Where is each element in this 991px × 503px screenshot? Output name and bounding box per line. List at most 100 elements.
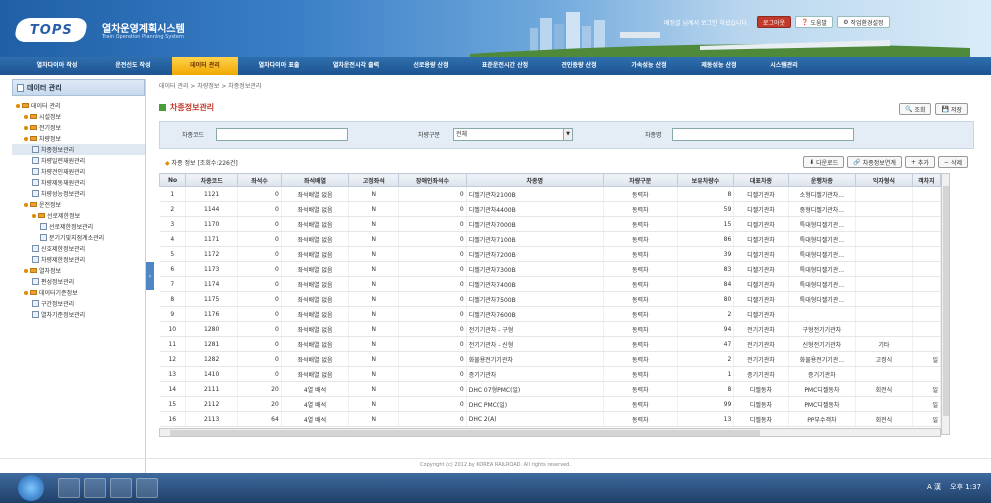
table-cell: 좌석배열 없음 xyxy=(281,336,350,352)
table-row[interactable]: 7 1174 0 좌석배열 없음 N 0 디젤기관차7400B 동력차 84 디젤기관차 특대형디젤… xyxy=(159,276,942,292)
taskbar-app-icon[interactable] xyxy=(84,478,106,498)
add-button[interactable]: + 추가 xyxy=(904,156,935,168)
column-header[interactable]: 객차지 xyxy=(911,173,942,187)
table-cell: 디젤동차 xyxy=(733,381,789,397)
system-tray[interactable]: A 漢 xyxy=(927,482,941,492)
menu-item[interactable]: 열차다이아 작성 xyxy=(20,57,94,75)
table-cell xyxy=(855,186,913,202)
start-button[interactable] xyxy=(18,475,44,501)
taskbar-app-icon[interactable] xyxy=(136,478,158,498)
scroll-thumb[interactable] xyxy=(943,186,949,416)
menu-item[interactable]: 표준운전시간 산정 xyxy=(468,57,542,75)
column-header[interactable]: 차종코드 xyxy=(185,173,239,187)
tree-node[interactable]: 차량견인재원관리 xyxy=(12,166,145,177)
table-row[interactable]: 2 1144 0 좌석배열 없음 N 0 디젤기관차4400B 동력차 59 디젤기관차 중형디젤기… xyxy=(159,201,942,217)
table-cell: 13 xyxy=(677,411,735,427)
column-header[interactable]: 차종명 xyxy=(465,173,604,187)
collapse-panel-button[interactable]: › xyxy=(146,262,154,290)
code-input[interactable] xyxy=(216,128,348,141)
delete-button[interactable]: − 삭제 xyxy=(937,156,968,168)
table-cell xyxy=(855,231,913,247)
column-header[interactable]: 차량구분 xyxy=(602,173,678,187)
table-cell: 1170 xyxy=(185,216,239,232)
menu-item[interactable]: 데이터 관리 xyxy=(172,57,238,75)
table-row[interactable]: 10 1280 0 좌석배열 없음 N 0 전기기관차 - 구형 동력차 94 전기기관차 구형전기… xyxy=(159,321,942,337)
table-row[interactable]: 14 2111 20 4열 배석 N 0 DHC 07형PMC(일) 동력차 8 디젤동차 PMC디… xyxy=(159,381,942,397)
table-row[interactable]: 4 1171 0 좌석배열 없음 N 0 디젤기관차7100B 동력차 86 디젤기관차 특대형디젤… xyxy=(159,231,942,247)
tree-node[interactable]: 열차기준정보관리 xyxy=(12,309,145,320)
menu-item[interactable]: 열차운전시각 출력 xyxy=(318,57,394,75)
column-header[interactable]: 운행차종 xyxy=(787,173,857,187)
tree-node[interactable]: 차량제동재원관리 xyxy=(12,177,145,188)
table-row[interactable]: 15 2112 20 4열 배석 N 0 DHC PMC(일) 동력차 99 디젤동차 PMC디젤동… xyxy=(159,396,942,412)
tree-node[interactable]: 차량제한정보관리 xyxy=(12,254,145,265)
type-label: 차량구분 xyxy=(418,132,441,139)
menu-item[interactable]: 시스템관리 xyxy=(756,57,812,75)
grid-horizontal-scrollbar[interactable] xyxy=(159,428,941,437)
tree-node[interactable]: 분기기및지점계소관리 xyxy=(12,232,145,243)
type-select[interactable]: 전체 ▼ xyxy=(453,128,573,141)
save-button[interactable]: 💾 저장 xyxy=(935,103,968,115)
table-cell: 1176 xyxy=(185,306,239,322)
menu-item[interactable]: 선로용량 산정 xyxy=(398,57,464,75)
tree-node[interactable]: 구간정보관리 xyxy=(12,298,145,309)
tree-node[interactable]: 선로제한정보관리 xyxy=(12,221,145,232)
table-row[interactable]: 5 1172 0 좌석배열 없음 N 0 디젤기관차7200B 동력차 39 디젤기관차 특대형디젤… xyxy=(159,246,942,262)
column-header[interactable]: 고정좌석 xyxy=(348,173,400,187)
search-button[interactable]: 🔍 조회 xyxy=(898,103,932,115)
table-row[interactable]: 1 1121 0 좌석배열 없음 N 0 디젤기관차2100B 동력차 8 디젤기관차 소형디젤기관… xyxy=(159,186,942,202)
tree-node[interactable]: 시설정보 xyxy=(12,111,145,122)
grid-vertical-scrollbar[interactable] xyxy=(941,173,950,435)
taskbar-app-icon[interactable] xyxy=(110,478,132,498)
table-row[interactable]: 16 2113 64 4열 배석 N 0 DHC 2(A) 동력차 13 디젤동차 PP부수객차 회전… xyxy=(159,411,942,427)
taskbar-app-icon[interactable] xyxy=(58,478,80,498)
table-row[interactable]: 12 1282 0 좌석배열 없음 N 0 화물용전기기관차 동력차 2 전기기관차 화물용전기기관… xyxy=(159,351,942,367)
tree-node[interactable]: 차량정보 xyxy=(12,133,145,144)
column-header[interactable]: 장애인좌석수 xyxy=(398,173,467,187)
column-header[interactable]: 좌석수 xyxy=(237,173,282,187)
column-header[interactable]: 익자형식 xyxy=(855,173,913,187)
tree-node-label: 차량일련재원관리 xyxy=(41,158,86,165)
logout-button[interactable]: 로그아웃 xyxy=(756,16,792,28)
column-header[interactable]: 대표차종 xyxy=(733,173,789,187)
tree-node[interactable]: 신호제한정보관리 xyxy=(12,243,145,254)
work-env-button[interactable]: ⚙ 작업환경설정 xyxy=(837,16,890,28)
tree-node[interactable]: 열차정보 xyxy=(12,265,145,276)
table-cell: 동력차 xyxy=(603,306,678,322)
document-icon xyxy=(32,256,39,263)
table-row[interactable]: 3 1170 0 좌석배열 없음 N 0 디젤기관차7000B 동력차 15 디젤기관차 특대형디젤… xyxy=(159,216,942,232)
table-row[interactable]: 9 1176 0 좌석배열 없음 N 0 디젤기관차7600B 동력차 2 디젤기관차 xyxy=(159,306,942,322)
name-input[interactable] xyxy=(672,128,854,141)
document-icon xyxy=(32,168,39,175)
menu-item[interactable]: 가속성능 산정 xyxy=(616,57,682,75)
table-row[interactable]: 11 1281 0 좌석배열 없음 N 0 전기기관차 - 신형 동력차 47 전기기관차 신형전기… xyxy=(159,336,942,352)
menu-item[interactable]: 견인중량 산정 xyxy=(546,57,612,75)
column-header[interactable]: No xyxy=(158,173,187,187)
tree-node[interactable]: 선로제한정보 xyxy=(12,210,145,221)
table-row[interactable]: 13 1410 0 좌석배열 없음 N 0 증기기관차 동력차 1 증기기관차 증기기관차 xyxy=(159,366,942,382)
link-button[interactable]: 🔗 차종정보연계 xyxy=(847,156,902,168)
tree-node[interactable]: 운전정보 xyxy=(12,199,145,210)
column-header[interactable]: 좌석배열 xyxy=(280,173,350,187)
table-cell: DHC 07형PMC(일) xyxy=(466,381,604,397)
scroll-thumb[interactable] xyxy=(170,430,760,436)
menu-item[interactable]: 열차다이아 표출 xyxy=(244,57,314,75)
tree-node[interactable]: 편성정보관리 xyxy=(12,276,145,287)
tree-node[interactable]: 데이터 관리 xyxy=(12,100,145,111)
help-button[interactable]: ❓ 도움말 xyxy=(795,16,834,28)
column-header[interactable]: 보유차량수 xyxy=(676,173,735,187)
tree-node[interactable]: 차량일련재원관리 xyxy=(12,155,145,166)
table-row[interactable]: 8 1175 0 좌석배열 없음 N 0 디젤기관차7500B 동력차 80 디젤기관차 특대형디젤… xyxy=(159,291,942,307)
download-button[interactable]: ⬇ 다운로드 xyxy=(803,156,845,168)
tree-node-label: 운전정보 xyxy=(39,202,62,209)
tree-node[interactable]: 차종정보관리 xyxy=(12,144,145,155)
menu-item[interactable]: 운전선도 작성 xyxy=(100,57,166,75)
tree-node[interactable]: 차량성능정보관리 xyxy=(12,188,145,199)
tree-node[interactable]: 데이터기준정보 xyxy=(12,287,145,298)
tops-logo[interactable]: TOPS xyxy=(13,18,89,42)
table-cell: 동력차 xyxy=(603,321,678,337)
table-row[interactable]: 6 1173 0 좌석배열 없음 N 0 디젤기관차7300B 동력차 83 디젤기관차 특대형디젤… xyxy=(159,261,942,277)
tree-node[interactable]: 전기정보 xyxy=(12,122,145,133)
menu-item[interactable]: 제동성능 산정 xyxy=(686,57,752,75)
table-cell: PP부수객차 xyxy=(788,411,857,427)
